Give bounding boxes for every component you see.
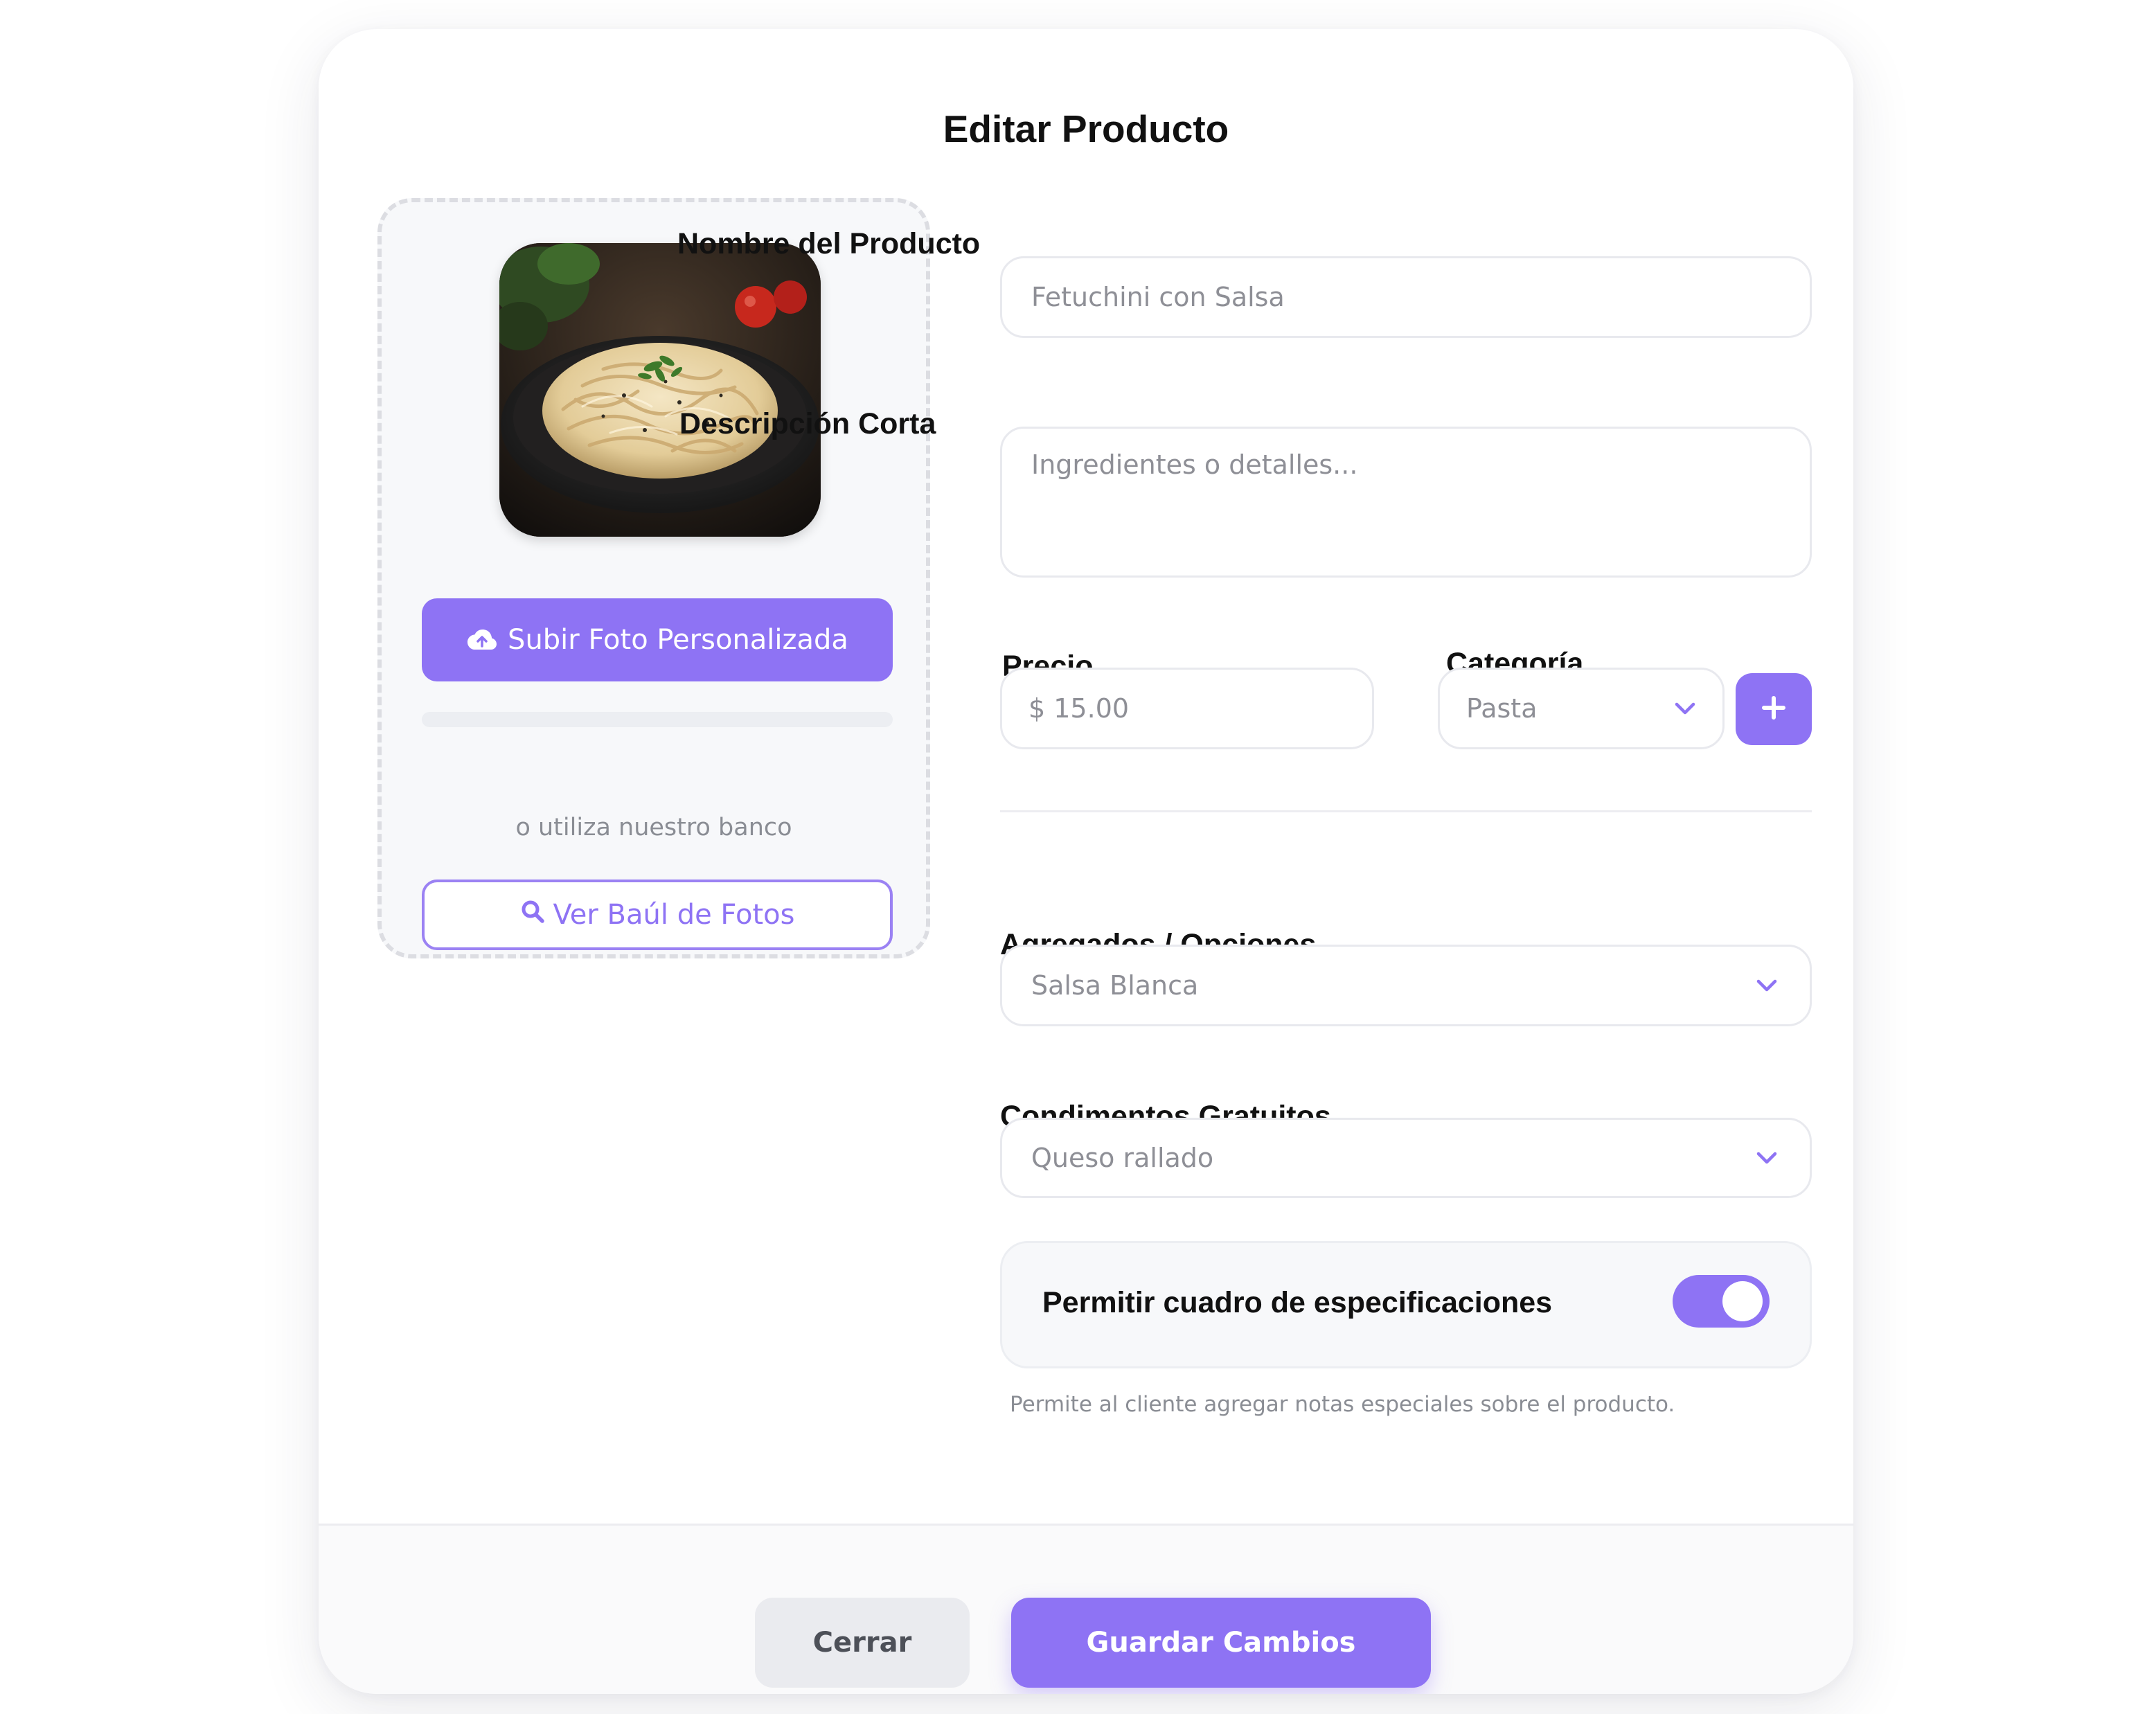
specs-toggle[interactable]	[1673, 1275, 1770, 1328]
upload-progress-bar	[422, 712, 893, 727]
close-button[interactable]: Cerrar	[755, 1598, 970, 1688]
category-select[interactable]: Pasta	[1438, 668, 1725, 749]
price-input[interactable]	[1000, 668, 1374, 749]
specs-setting-box: Permitir cuadro de especificaciones	[1000, 1241, 1812, 1368]
edit-product-modal: Editar Producto Subir Foto Personalizada…	[319, 29, 1853, 1694]
upload-photo-label: Subir Foto Personalizada	[508, 624, 848, 656]
addons-select[interactable]: Salsa Blanca	[1000, 945, 1812, 1026]
description-textarea[interactable]	[1000, 427, 1812, 578]
product-name-input[interactable]	[1000, 256, 1812, 338]
photo-upload-panel: Subir Foto Personalizada o utiliza nuest…	[377, 198, 930, 958]
photo-bank-hint: o utiliza nuestro banco	[515, 814, 792, 841]
add-category-button[interactable]	[1736, 673, 1812, 745]
modal-footer: Cerrar Guardar Cambios	[319, 1524, 1853, 1694]
chevron-down-icon	[1756, 979, 1778, 992]
description-label: Descripción Corta	[679, 407, 936, 440]
toggle-knob	[1722, 1281, 1763, 1321]
cloud-upload-icon	[466, 628, 498, 652]
chevron-down-icon	[1674, 702, 1696, 715]
product-name-label: Nombre del Producto	[677, 227, 981, 260]
specs-toggle-label: Permitir cuadro de especificaciones	[1042, 1286, 1553, 1319]
condiments-select[interactable]: Queso rallado	[1000, 1118, 1812, 1198]
category-selected-value: Pasta	[1466, 693, 1538, 724]
photo-bank-button[interactable]: Ver Baúl de Fotos	[422, 880, 893, 950]
chevron-down-icon	[1756, 1151, 1778, 1165]
photo-bank-label: Ver Baúl de Fotos	[553, 899, 795, 931]
modal-title: Editar Producto	[943, 107, 1229, 150]
upload-photo-button[interactable]: Subir Foto Personalizada	[422, 598, 893, 681]
condiments-selected-value: Queso rallado	[1031, 1143, 1214, 1173]
section-divider	[1000, 810, 1812, 812]
save-changes-button[interactable]: Guardar Cambios	[1011, 1598, 1431, 1688]
plus-icon	[1761, 695, 1787, 724]
product-photo	[499, 243, 821, 537]
specs-helper-text: Permite al cliente agregar notas especia…	[1010, 1392, 1675, 1417]
search-icon	[520, 899, 545, 931]
addons-selected-value: Salsa Blanca	[1031, 970, 1199, 1001]
